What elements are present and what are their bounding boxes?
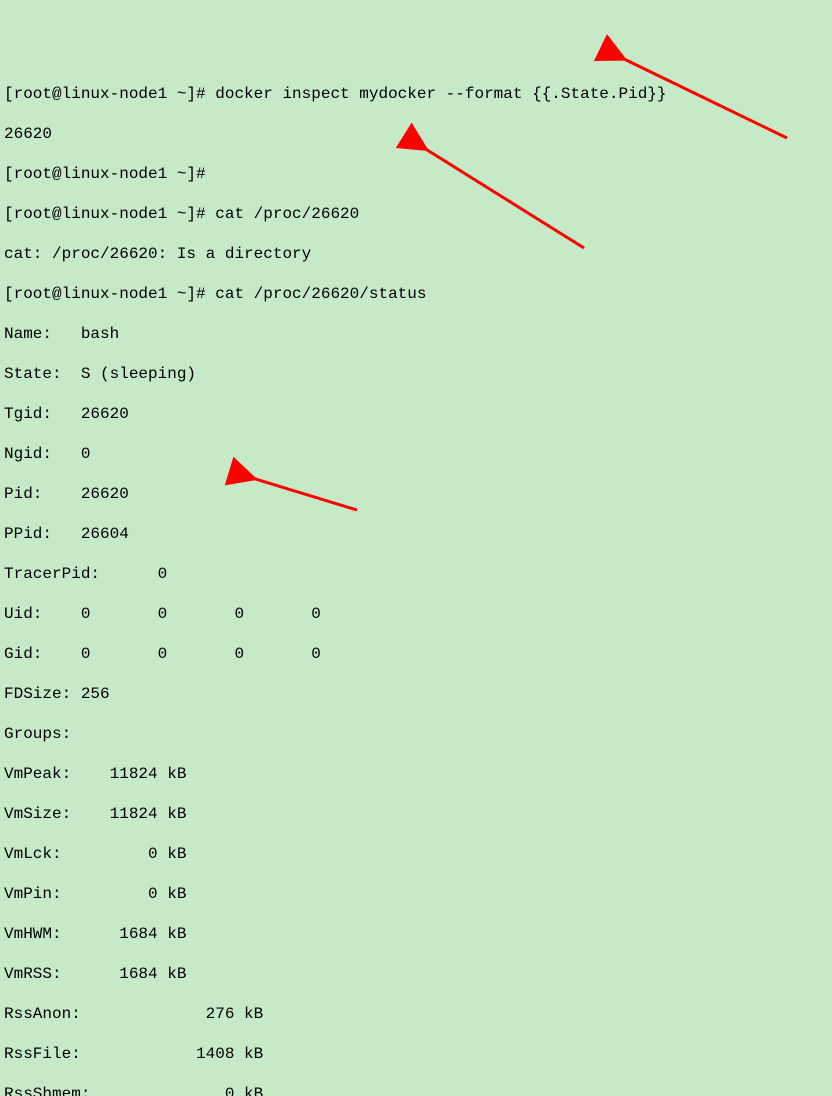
status-tracerpid: TracerPid: 0 bbox=[4, 564, 828, 584]
status-vmlck: VmLck: 0 kB bbox=[4, 844, 828, 864]
status-rssshmem: RssShmem: 0 kB bbox=[4, 1084, 828, 1096]
status-groups: Groups: bbox=[4, 724, 828, 744]
command-docker-inspect: [root@linux-node1 ~]# docker inspect myd… bbox=[4, 84, 828, 104]
status-rssanon: RssAnon: 276 kB bbox=[4, 1004, 828, 1024]
output-pid: 26620 bbox=[4, 124, 828, 144]
output-directory-error: cat: /proc/26620: Is a directory bbox=[4, 244, 828, 264]
status-vmpin: VmPin: 0 kB bbox=[4, 884, 828, 904]
command-cat-status: [root@linux-node1 ~]# cat /proc/26620/st… bbox=[4, 284, 828, 304]
status-name: Name: bash bbox=[4, 324, 828, 344]
status-rssfile: RssFile: 1408 kB bbox=[4, 1044, 828, 1064]
command-cat-proc: [root@linux-node1 ~]# cat /proc/26620 bbox=[4, 204, 828, 224]
status-fdsize: FDSize: 256 bbox=[4, 684, 828, 704]
prompt-empty: [root@linux-node1 ~]# bbox=[4, 164, 828, 184]
status-gid: Gid: 0 0 0 0 bbox=[4, 644, 828, 664]
status-vmsize: VmSize: 11824 kB bbox=[4, 804, 828, 824]
status-state: State: S (sleeping) bbox=[4, 364, 828, 384]
status-vmrss: VmRSS: 1684 kB bbox=[4, 964, 828, 984]
status-pid: Pid: 26620 bbox=[4, 484, 828, 504]
status-ppid: PPid: 26604 bbox=[4, 524, 828, 544]
status-vmpeak: VmPeak: 11824 kB bbox=[4, 764, 828, 784]
status-uid: Uid: 0 0 0 0 bbox=[4, 604, 828, 624]
status-tgid: Tgid: 26620 bbox=[4, 404, 828, 424]
status-vmhwm: VmHWM: 1684 kB bbox=[4, 924, 828, 944]
status-ngid: Ngid: 0 bbox=[4, 444, 828, 464]
